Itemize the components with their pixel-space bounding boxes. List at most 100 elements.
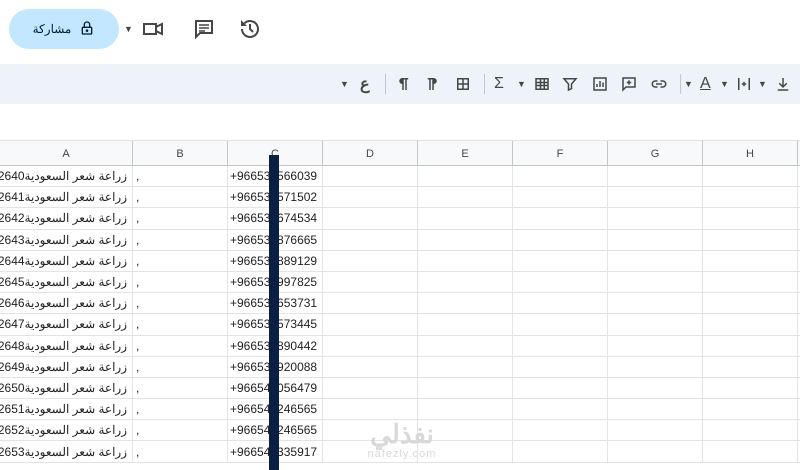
text-color-icon[interactable]: A [700,72,711,96]
cell-name[interactable]: زراعة شعر السعودية2651 [0,399,133,420]
cell-empty[interactable] [513,335,608,356]
cell-empty[interactable] [608,335,703,356]
text-direction-tool[interactable]: ع [360,72,370,96]
cell-empty[interactable] [703,399,798,420]
cell-name[interactable]: زراعة شعر السعودية2646 [0,293,133,314]
cell-separator[interactable]: , [133,441,228,462]
column-header-f[interactable]: F [513,141,608,166]
cell-name[interactable]: زراعة شعر السعودية2642 [0,208,133,229]
cell-name[interactable]: زراعة شعر السعودية2650 [0,377,133,399]
rtl-paragraph-icon[interactable] [424,72,442,96]
cell-empty[interactable] [418,377,513,399]
cell-empty[interactable] [608,187,703,208]
cell-empty[interactable] [703,441,798,462]
cell-empty[interactable] [323,229,418,250]
cell-empty[interactable] [513,271,608,293]
column-header-d[interactable]: D [323,141,418,166]
cell-separator[interactable]: , [133,335,228,356]
cell-separator[interactable]: , [133,356,228,377]
cell-empty[interactable] [513,187,608,208]
more-caret-icon[interactable]: ▼ [684,72,693,96]
chart-icon[interactable] [591,72,609,96]
cell-empty[interactable] [418,399,513,420]
insert-comment-icon[interactable] [620,72,638,96]
cell-empty[interactable] [703,208,798,229]
text-color-caret-icon[interactable]: ▼ [720,72,729,96]
cell-empty[interactable] [323,271,418,293]
column-header-h[interactable]: H [703,141,798,166]
cell-empty[interactable] [608,250,703,271]
cell-empty[interactable] [513,420,608,441]
vertical-align-icon[interactable] [735,72,753,96]
cell-empty[interactable] [608,420,703,441]
cell-separator[interactable]: , [133,399,228,420]
cell-empty[interactable] [608,166,703,187]
cell-separator[interactable]: , [133,187,228,208]
cell-separator[interactable]: , [133,377,228,399]
cell-empty[interactable] [323,208,418,229]
cell-empty[interactable] [608,399,703,420]
cell-name[interactable]: زراعة شعر السعودية2648 [0,335,133,356]
version-history-icon[interactable] [238,14,262,44]
cell-empty[interactable] [418,356,513,377]
cell-empty[interactable] [418,187,513,208]
cell-empty[interactable] [323,399,418,420]
ltr-paragraph-icon[interactable] [394,72,412,96]
column-header-b[interactable]: B [133,141,228,166]
comments-icon[interactable] [192,14,216,44]
cell-name[interactable]: زراعة شعر السعودية2653 [0,441,133,462]
cell-empty[interactable] [418,335,513,356]
cell-empty[interactable] [418,208,513,229]
video-camera-icon[interactable] [141,14,165,44]
cell-empty[interactable] [703,166,798,187]
cell-separator[interactable]: , [133,250,228,271]
cell-empty[interactable] [513,377,608,399]
functions-caret-icon[interactable]: ▼ [517,72,526,96]
cell-empty[interactable] [608,208,703,229]
cell-name[interactable]: زراعة شعر السعودية2652 [0,420,133,441]
cell-empty[interactable] [608,356,703,377]
cell-empty[interactable] [323,377,418,399]
cell-empty[interactable] [513,229,608,250]
cell-empty[interactable] [608,441,703,462]
cell-empty[interactable] [703,335,798,356]
cell-separator[interactable]: , [133,208,228,229]
cell-empty[interactable] [608,293,703,314]
cell-name[interactable]: زراعة شعر السعودية2640 [0,166,133,187]
cell-empty[interactable] [703,420,798,441]
cell-separator[interactable]: , [133,229,228,250]
column-header-a[interactable]: A [0,141,133,166]
cell-empty[interactable] [513,293,608,314]
text-wrap-icon[interactable] [774,72,792,96]
table-icon[interactable] [533,72,551,96]
cell-empty[interactable] [513,314,608,335]
cell-name[interactable]: زراعة شعر السعودية2649 [0,356,133,377]
cell-empty[interactable] [323,335,418,356]
cell-separator[interactable]: , [133,420,228,441]
column-header-e[interactable]: E [418,141,513,166]
cell-empty[interactable] [513,441,608,462]
cell-empty[interactable] [418,250,513,271]
link-icon[interactable] [650,72,668,96]
cell-empty[interactable] [418,229,513,250]
cell-empty[interactable] [418,293,513,314]
borders-icon[interactable] [454,72,472,96]
cell-empty[interactable] [608,229,703,250]
share-button[interactable]: مشاركة [9,9,119,49]
text-tool-caret-icon[interactable]: ▼ [340,72,349,96]
cell-empty[interactable] [323,314,418,335]
cell-empty[interactable] [418,166,513,187]
cell-empty[interactable] [418,271,513,293]
cell-empty[interactable] [703,314,798,335]
cell-empty[interactable] [703,250,798,271]
cell-empty[interactable] [418,314,513,335]
cell-empty[interactable] [323,187,418,208]
cell-empty[interactable] [513,399,608,420]
cell-empty[interactable] [703,271,798,293]
cell-empty[interactable] [513,250,608,271]
cell-separator[interactable]: , [133,271,228,293]
meet-dropdown-caret-icon[interactable]: ▼ [124,14,133,44]
cell-name[interactable]: زراعة شعر السعودية2647 [0,314,133,335]
cell-separator[interactable]: , [133,314,228,335]
cell-name[interactable]: زراعة شعر السعودية2643 [0,229,133,250]
